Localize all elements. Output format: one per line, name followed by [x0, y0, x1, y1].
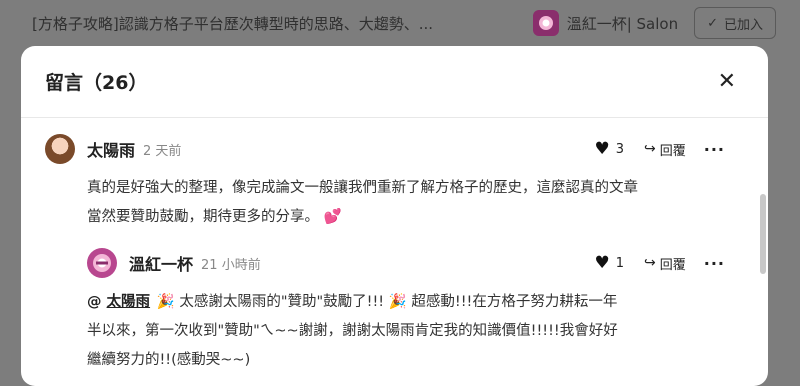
comment-body: @ 太陽雨 🎉 太感謝太陽雨的"贊助"鼓勵了!!! 🎉 超感動!!!在方格子努力…	[87, 288, 725, 375]
modal-title: 留言（26）	[45, 72, 148, 94]
mention-name: 太陽雨	[106, 294, 151, 310]
comment-line: 當然要贊助鼓勵，期待更多的分享。 💕	[87, 203, 725, 232]
joined-label: 已加入	[723, 17, 763, 33]
modal-header: 留言（26） ✕	[21, 46, 768, 118]
mention-at: @	[87, 294, 102, 310]
comment-body: 真的是好強大的整理，像完成論文一般讓我們重新了解方格子的歷史，這麼認真的文章 當…	[87, 174, 725, 232]
like-count: 3	[615, 141, 625, 157]
salon-brand[interactable]: 溫紅一杯| Salon	[532, 10, 679, 36]
comment-actions: ♥ 3 ↪ 回覆 ···	[594, 134, 725, 164]
salon-name: 溫紅一杯| Salon	[566, 14, 679, 33]
like-count: 1	[615, 255, 625, 271]
heart-icon: ♥	[594, 253, 610, 273]
mention[interactable]: @ 太陽雨	[87, 294, 150, 310]
reply-arrow-icon: ↪	[644, 141, 656, 157]
comments-modal: 留言（26） ✕ 太陽雨 2 天前 ♥ 3 ↪ 回覆 ··· 真的是好強大的整理…	[21, 46, 768, 386]
reply-arrow-icon: ↪	[644, 255, 656, 271]
scrollbar[interactable]	[760, 118, 766, 386]
comment-item: 太陽雨 2 天前 ♥ 3 ↪ 回覆 ··· 真的是好強大的整理，像完成論文一般讓…	[45, 134, 725, 232]
comment-time: 2 天前	[143, 143, 182, 159]
reply-label: 回覆	[659, 143, 686, 159]
reply-label: 回覆	[659, 257, 686, 273]
comment-line: 真的是好強大的整理，像完成論文一般讓我們重新了解方格子的歷史，這麼認真的文章	[87, 180, 638, 196]
page-header: [方格子攻略]認識方格子平台歷次轉型時的思路、大趨勢、... 溫紅一杯| Sal…	[0, 0, 800, 46]
comment-author[interactable]: 太陽雨	[87, 137, 135, 161]
avatar[interactable]	[87, 248, 117, 278]
close-icon[interactable]: ✕	[718, 70, 736, 93]
heart-icon: ♥	[594, 139, 610, 159]
comment-line-text: 當然要贊助鼓勵，期待更多的分享。	[87, 209, 319, 225]
avatar[interactable]	[45, 134, 75, 164]
check-icon: ✓	[707, 15, 718, 31]
comment-line-text: 🎉 太感謝太陽雨的"贊助"鼓勵了!!! 🎉 超感動!!!在方格子努力耕耘一年	[156, 294, 618, 310]
more-options-icon[interactable]: ···	[704, 254, 725, 273]
reply-button[interactable]: ↪ 回覆	[644, 140, 686, 159]
reply-comment-item: 溫紅一杯 21 小時前 ♥ 1 ↪ 回覆 ··· @ 太陽雨 🎉 太感謝太陽雨的…	[87, 248, 725, 375]
like-button[interactable]: ♥ 3	[594, 139, 624, 159]
more-options-icon[interactable]: ···	[704, 140, 725, 159]
salon-logo-icon	[532, 10, 559, 36]
comment-author[interactable]: 溫紅一杯	[129, 251, 193, 275]
comment-actions: ♥ 1 ↪ 回覆 ···	[594, 248, 725, 278]
comment-line: 半以來，第一次收到"贊助"ㄟ~~謝謝，謝謝太陽雨肯定我的知識價值!!!!!我會好…	[87, 323, 618, 339]
comment-line: @ 太陽雨 🎉 太感謝太陽雨的"贊助"鼓勵了!!! 🎉 超感動!!!在方格子努力…	[87, 288, 725, 317]
article-title[interactable]: [方格子攻略]認識方格子平台歷次轉型時的思路、大趨勢、...	[32, 13, 452, 34]
two-hearts-emoji: 💕	[323, 209, 342, 225]
scrollbar-thumb[interactable]	[760, 194, 766, 274]
comment-time: 21 小時前	[201, 257, 261, 273]
like-button[interactable]: ♥ 1	[594, 253, 624, 273]
reply-button[interactable]: ↪ 回覆	[644, 254, 686, 273]
joined-button[interactable]: ✓ 已加入	[694, 7, 776, 39]
